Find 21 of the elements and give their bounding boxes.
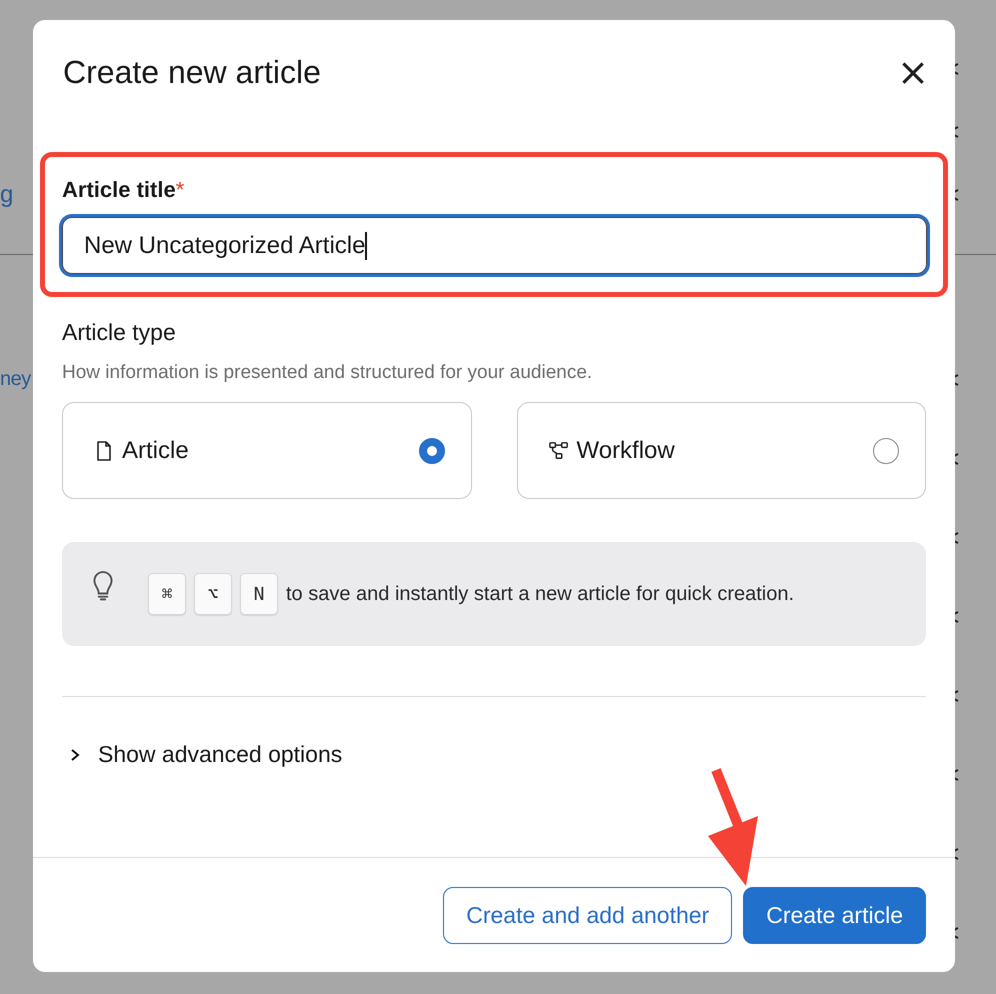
option-card[interactable]: Workflow [516, 402, 926, 499]
tip-text: to save and instantly start a new article for quick creation. [286, 582, 794, 606]
create-and-add-button[interactable]: Create and add another [443, 887, 732, 944]
document-icon [94, 440, 114, 460]
section-description: How information is presented and structured for your audience. [62, 362, 594, 384]
key-cap: ⌘ [148, 573, 186, 615]
section-heading: Article type [62, 319, 177, 346]
key-cap: ⌥ [194, 573, 232, 615]
advanced-options-toggle[interactable]: Show advanced options [62, 741, 342, 768]
key-cap: N [240, 573, 278, 615]
radio-button[interactable] [873, 438, 899, 464]
dialog-title: Create new article [63, 54, 321, 90]
lightbulb-icon [92, 571, 114, 601]
radio-button[interactable] [418, 438, 444, 464]
create-button[interactable]: Create article [743, 887, 926, 944]
title-input[interactable]: New Uncategorized Article [62, 217, 927, 274]
workflow-icon [548, 440, 568, 460]
close-button[interactable]: × [891, 53, 935, 91]
field-label: Article title [62, 177, 176, 203]
option-card[interactable]: Article [62, 402, 472, 499]
required-mark: * [176, 177, 184, 203]
